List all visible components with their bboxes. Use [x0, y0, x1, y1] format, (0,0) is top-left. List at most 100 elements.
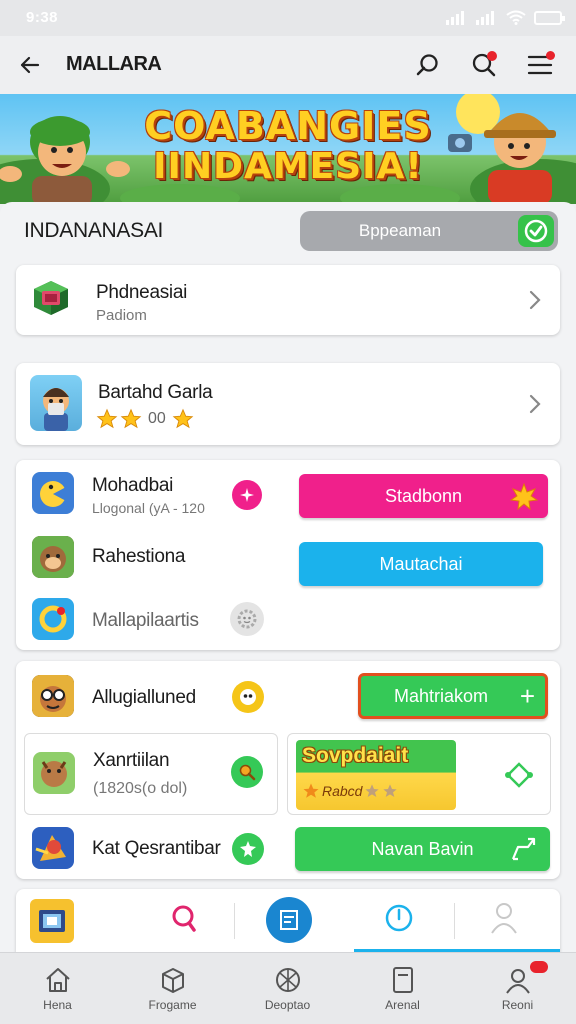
nav-label: Reoni [501, 998, 534, 1012]
status-time: 9:38 [26, 9, 59, 26]
filter-toggle[interactable]: Bppeaman [300, 211, 558, 251]
button-label: Navan Bavin [371, 838, 474, 859]
search-badge-icon [231, 756, 263, 788]
xanrtiilan-tile[interactable]: Xanrtiilan (1820s(o dol) [24, 733, 278, 815]
page-title: MALLARA [66, 53, 162, 75]
divider [234, 903, 235, 939]
pink-search-icon[interactable] [168, 903, 200, 935]
signal-icon [446, 11, 468, 25]
hero-app-icon [32, 827, 74, 869]
promo-rating: Rabcd [302, 782, 398, 800]
nav-home[interactable]: Hena [0, 953, 115, 1024]
row-title: Allugialluned [92, 687, 196, 708]
app-group-card-1: Mohadbai Llogonal (yA - 120 Stadbonn Rah… [16, 460, 560, 650]
glasses-app-icon [32, 675, 74, 717]
cube-app-icon [30, 277, 72, 319]
search-button[interactable] [408, 45, 448, 85]
row-subtitle: (1820s(o dol) [93, 780, 188, 797]
status-bar: 9:38 [0, 0, 576, 36]
promo-sub: Rabcd [322, 783, 363, 799]
app-group-card-2: Allugialluned Mahtriakom + Xanrtiilan (1… [16, 661, 560, 879]
animal-app-icon [33, 752, 75, 794]
nav-label: Arenal [385, 998, 420, 1012]
row-title: Mallapilaartis [92, 610, 199, 631]
arrow-left-icon [20, 56, 40, 74]
list-card-bartahd[interactable]: Bartahd Garla 00 [16, 363, 560, 445]
bottom-navigation: Hena Frogame Deoptao Arenal Reoni [0, 952, 576, 1024]
rating-text: 00 [148, 410, 166, 427]
star-icon [365, 784, 380, 797]
divider [454, 903, 455, 939]
row-title: Xanrtiilan [93, 750, 170, 771]
stadbonn-button[interactable]: Stadbonn [299, 474, 548, 518]
app-bar: MALLARA [0, 36, 576, 94]
sparkle-icon [232, 480, 262, 510]
row-title: Mohadbai [92, 475, 174, 496]
face-icon [232, 681, 264, 713]
rating-stars: 00 [96, 408, 194, 430]
nav-reoni[interactable]: Reoni [460, 953, 575, 1024]
box-icon [162, 968, 184, 993]
banner-title-line1: COABANGIES [144, 104, 432, 148]
signal2-icon [476, 11, 498, 25]
content-sheet: INDANANASAI Bppeaman Phdneasiai Padiom B… [0, 202, 576, 962]
nav-deoptao[interactable]: Deoptao [230, 953, 345, 1024]
navan-bavin-button[interactable]: Navan Bavin [295, 827, 550, 871]
pacman-app-icon [32, 472, 74, 514]
notification-badge [530, 961, 548, 973]
share-icon [511, 837, 536, 861]
notification-dot [487, 51, 497, 61]
ball-icon [276, 968, 300, 992]
gear-icon [230, 602, 264, 636]
card-title: Bartahd Garla [98, 382, 213, 403]
star-icon [172, 408, 194, 429]
battery-icon [534, 11, 565, 25]
card-icon [393, 967, 413, 993]
search-icon [416, 54, 438, 76]
star-icon [120, 408, 142, 429]
menu-button[interactable] [520, 45, 560, 85]
nav-label: Deoptao [264, 998, 311, 1012]
card-title: Phdneasiai [96, 282, 188, 303]
chevron-right-icon [529, 394, 541, 414]
status-icons [446, 10, 565, 25]
list-card-phdneasiai[interactable]: Phdneasiai Padiom [16, 265, 560, 335]
plus-icon: + [519, 681, 535, 711]
notification-button[interactable] [464, 45, 504, 85]
chevron-right-icon [529, 290, 541, 310]
connect-icon [505, 762, 533, 788]
ring-app-icon [32, 598, 74, 640]
nav-frogame[interactable]: Frogame [115, 953, 230, 1024]
toggle-label: Bppeaman [358, 221, 442, 240]
check-icon [518, 215, 554, 247]
card-subtitle: Padiom [96, 307, 147, 324]
star-icon [383, 784, 398, 797]
nav-label: Frogame [148, 998, 197, 1012]
badge-icon [232, 833, 264, 865]
row-subtitle: Llogonal (yA - 120 [92, 500, 205, 516]
document-tab-icon[interactable] [266, 897, 312, 943]
monkey-app-icon [32, 536, 74, 578]
person-icon[interactable] [490, 901, 518, 935]
back-button[interactable] [10, 45, 50, 85]
promo-banner[interactable]: COABANGIES IINDAMESIA! [0, 94, 576, 204]
wifi-icon [506, 10, 526, 25]
row-title: Kat Qesrantibar [92, 838, 221, 859]
nav-arenal[interactable]: Arenal [345, 953, 460, 1024]
game-app-icon [30, 375, 82, 431]
quick-tabs [16, 889, 560, 953]
photo-tab-icon[interactable] [30, 899, 74, 943]
section-title: INDANANASAI [24, 219, 164, 242]
star-icon [303, 783, 319, 798]
menu-dot [546, 51, 555, 60]
button-label: Stadbonn [384, 485, 463, 506]
clock-icon[interactable] [384, 903, 414, 933]
mahtriakom-button[interactable]: Mahtriakom + [358, 673, 548, 719]
row-title: Rahestiona [92, 546, 186, 567]
mautachai-button[interactable]: Mautachai [299, 542, 543, 586]
button-label: Mautachai [379, 553, 463, 574]
promo-tile[interactable]: Sovpdaiait Rabcd [287, 733, 551, 815]
nav-label: Hena [43, 998, 72, 1012]
promo-banner-small: Sovpdaiait Rabcd [296, 740, 456, 810]
promo-title: Sovpdaiait [302, 744, 409, 767]
